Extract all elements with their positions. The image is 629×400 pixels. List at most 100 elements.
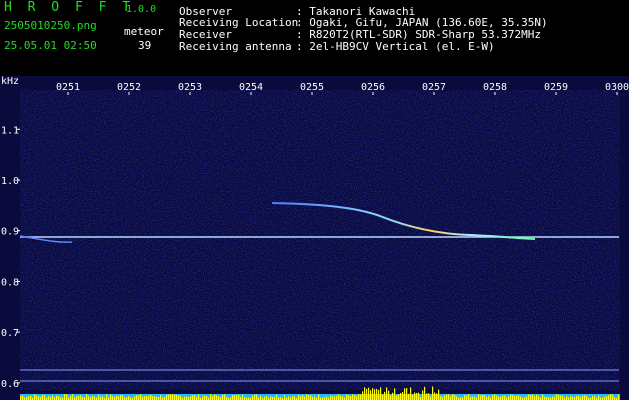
app-version: 1.0.0: [126, 4, 157, 15]
level-bar: [44, 395, 46, 400]
level-bar: [482, 394, 484, 400]
level-bar: [176, 395, 178, 400]
level-bar: [338, 394, 340, 400]
level-bar: [218, 396, 220, 400]
level-bar: [518, 395, 520, 400]
level-bar: [456, 396, 458, 400]
level-bar: [180, 395, 182, 400]
level-bar: [578, 395, 580, 400]
level-bar: [144, 396, 146, 400]
level-bar: [556, 394, 558, 400]
level-bar: [80, 395, 82, 400]
level-bar: [514, 395, 516, 400]
level-bar: [466, 395, 468, 400]
level-bar: [410, 387, 412, 400]
level-bar: [400, 393, 402, 400]
meteor-label: meteor: [124, 25, 164, 38]
level-bar: [192, 395, 194, 400]
level-bar: [352, 394, 354, 400]
level-bar: [426, 393, 428, 400]
level-bar: [58, 396, 60, 400]
level-bar: [350, 396, 352, 400]
level-bar: [334, 396, 336, 400]
level-bar: [234, 395, 236, 400]
level-bar: [304, 396, 306, 400]
level-bar: [102, 396, 104, 400]
level-bar: [464, 395, 466, 400]
level-bar: [536, 394, 538, 400]
level-bar: [42, 394, 44, 400]
level-bar: [300, 396, 302, 400]
level-bar: [294, 396, 296, 400]
level-bar: [252, 395, 254, 400]
level-bar: [342, 396, 344, 400]
freq-tick-label: 0.6: [1, 379, 19, 390]
level-bar: [516, 395, 518, 400]
level-bar: [310, 395, 312, 400]
level-bar: [118, 396, 120, 400]
level-bar: [166, 394, 168, 400]
level-bar: [432, 386, 434, 400]
level-bar: [586, 396, 588, 400]
level-bar: [178, 395, 180, 400]
level-bar: [530, 394, 532, 400]
level-bar: [112, 396, 114, 400]
level-bar: [402, 391, 404, 400]
level-bar: [368, 387, 370, 400]
header-panel: H R O F F T 1.0.0 2505010250.png meteor …: [0, 0, 629, 76]
level-bar: [388, 390, 390, 400]
level-bar: [198, 394, 200, 400]
level-bar: [98, 394, 100, 400]
level-bar: [594, 396, 596, 400]
level-bar: [494, 394, 496, 400]
level-bar: [508, 396, 510, 400]
level-bar: [346, 394, 348, 400]
level-bar: [452, 394, 454, 400]
level-bar: [468, 394, 470, 400]
datetime-label: 25.05.01 02:50: [4, 39, 97, 52]
level-bar: [438, 389, 440, 400]
level-bar: [448, 394, 450, 400]
meteor-count: 39: [138, 39, 152, 52]
level-bar: [598, 395, 600, 400]
level-bar: [284, 395, 286, 400]
time-tick-label: 0258: [483, 82, 507, 93]
level-bar: [64, 394, 66, 400]
level-bar: [78, 395, 80, 400]
level-bar: [224, 394, 226, 400]
level-bar: [122, 395, 124, 400]
level-bar: [128, 396, 130, 400]
level-bar: [20, 396, 22, 400]
spectrogram-plot: kHz 0251 0252 0253 0254 0255 0256 0257 0258 0259…: [0, 76, 629, 400]
level-bar: [484, 395, 486, 400]
level-bar: [214, 394, 216, 400]
time-tick-label: 0253: [178, 82, 202, 93]
level-bar: [140, 394, 142, 400]
level-bar: [116, 395, 118, 400]
level-bar: [532, 394, 534, 400]
level-bar: [72, 394, 74, 400]
level-bar: [22, 395, 24, 400]
level-bar: [148, 396, 150, 400]
level-bar: [612, 394, 614, 400]
level-bar: [554, 396, 556, 400]
level-bar: [404, 388, 406, 400]
level-bar: [454, 394, 456, 400]
level-bar: [542, 394, 544, 400]
level-bar: [390, 395, 392, 400]
level-bar: [232, 395, 234, 400]
level-bar: [332, 396, 334, 400]
level-bar: [236, 395, 238, 400]
level-bar: [422, 390, 424, 400]
level-bar: [86, 394, 88, 400]
level-bar: [160, 395, 162, 400]
level-bar: [348, 395, 350, 400]
level-bar: [70, 396, 72, 400]
level-bar: [28, 396, 30, 400]
level-bar: [136, 395, 138, 400]
level-bar: [566, 396, 568, 400]
level-bar: [372, 387, 374, 400]
level-bar: [618, 394, 620, 400]
level-bar: [384, 391, 386, 400]
level-bar: [174, 394, 176, 400]
